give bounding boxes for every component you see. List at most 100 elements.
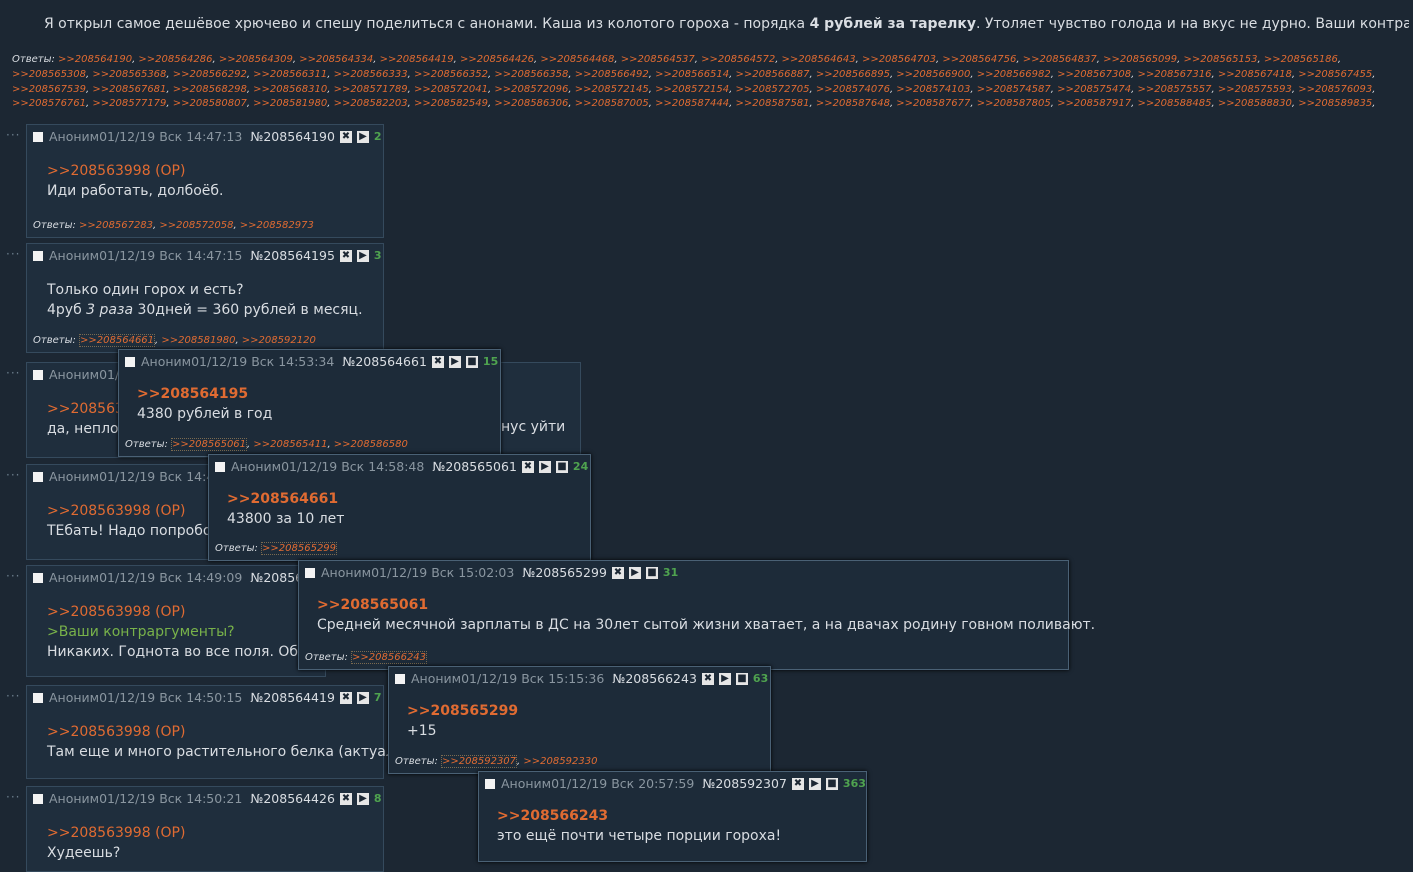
play-icon[interactable]: ▶	[538, 460, 551, 473]
quote-link[interactable]: >>208564661	[227, 489, 344, 509]
reply-link[interactable]: >>208587917	[1057, 98, 1131, 109]
reply-link[interactable]: >>208564756	[942, 54, 1016, 65]
reply-link[interactable]: >>208582203	[334, 98, 408, 109]
select-checkbox[interactable]	[125, 356, 135, 367]
reply-link[interactable]: >>208574103	[896, 84, 970, 95]
reply-link[interactable]: >>208566311	[253, 69, 327, 80]
select-checkbox[interactable]	[33, 471, 43, 482]
reply-link[interactable]: >>208587805	[977, 98, 1051, 109]
play-icon[interactable]: ▶	[356, 130, 369, 143]
reply-link[interactable]: >>208567283	[79, 220, 153, 231]
reply-link[interactable]: >>208572154	[655, 84, 729, 95]
reply-link[interactable]: >>208572096	[494, 84, 568, 95]
reply-link[interactable]: >>208588830	[1218, 98, 1292, 109]
reply-link[interactable]: >>208564537	[621, 54, 695, 65]
reply-link[interactable]: >>208564309	[219, 54, 293, 65]
quote-link[interactable]: >>208563998 (OP)	[47, 823, 185, 843]
reply-link[interactable]: >>208565061	[171, 438, 248, 451]
post-number[interactable]: №208564426	[250, 791, 335, 806]
reply-link[interactable]: >>208592120	[242, 335, 316, 346]
reply-link[interactable]: >>208575474	[1057, 84, 1131, 95]
select-checkbox[interactable]	[215, 461, 225, 472]
reply-link[interactable]: >>208580807	[173, 98, 247, 109]
post-number[interactable]: №20856	[250, 570, 303, 585]
select-checkbox[interactable]	[33, 793, 43, 804]
reply-link[interactable]: >>208576761	[12, 98, 86, 109]
play-icon[interactable]: ▶	[808, 777, 821, 790]
hide-icon[interactable]: ✖	[431, 355, 444, 368]
reply-link[interactable]: >>208564286	[138, 54, 212, 65]
reply-link[interactable]: >>208567539	[12, 84, 86, 95]
hide-icon[interactable]: ✖	[521, 460, 534, 473]
quote-link[interactable]: >>208563998 (OP)	[47, 161, 224, 181]
reply-link[interactable]: >>208577179	[92, 98, 166, 109]
play-icon[interactable]: ▶	[718, 672, 731, 685]
reply-link[interactable]: >>208566887	[736, 69, 810, 80]
reply-link[interactable]: >>208568298	[173, 84, 247, 95]
select-checkbox[interactable]	[305, 567, 315, 578]
post-number[interactable]: №208564419	[250, 690, 335, 705]
reply-link[interactable]: >>208576093	[1298, 84, 1372, 95]
reply-link[interactable]: >>208566352	[414, 69, 488, 80]
quote-link[interactable]: >>208566243	[497, 806, 781, 826]
more-icon[interactable]: ···	[6, 468, 20, 482]
reply-link[interactable]: >>208572145	[575, 84, 649, 95]
reply-link[interactable]: >>208564468	[540, 54, 614, 65]
reply-link[interactable]: >>208574076	[816, 84, 890, 95]
reply-link[interactable]: >>208586580	[334, 439, 408, 450]
reply-link[interactable]: >>208587677	[896, 98, 970, 109]
post-number[interactable]: №208566243	[612, 671, 697, 686]
reply-link[interactable]: >>208586306	[494, 98, 568, 109]
reply-link[interactable]: >>208592330	[523, 756, 597, 767]
reply-link[interactable]: >>208564334	[299, 54, 373, 65]
quote-link[interactable]: >>208563998 (OP)	[47, 501, 220, 521]
reply-link[interactable]: >>208565308	[12, 69, 86, 80]
reply-link[interactable]: >>208587648	[816, 98, 890, 109]
quote-link[interactable]: >>208563998 (OP)	[47, 722, 412, 742]
select-checkbox[interactable]	[395, 673, 405, 684]
reply-link[interactable]: >>208581980	[161, 335, 235, 346]
reply-link[interactable]: >>208574587	[977, 84, 1051, 95]
play-icon[interactable]: ▶	[356, 691, 369, 704]
quote-link[interactable]: >>208565299	[407, 701, 518, 721]
reply-link[interactable]: >>208567316	[1137, 69, 1211, 80]
post-number[interactable]: №208564190	[250, 129, 335, 144]
reply-link[interactable]: >>208572058	[159, 220, 233, 231]
reply-link[interactable]: >>208567418	[1218, 69, 1292, 80]
select-checkbox[interactable]	[33, 572, 43, 583]
hide-icon[interactable]: ✖	[611, 566, 624, 579]
reply-link[interactable]: >>208566243	[351, 651, 428, 664]
reply-link[interactable]: >>208564426	[460, 54, 534, 65]
reply-link[interactable]: >>208564419	[380, 54, 454, 65]
reply-link[interactable]: >>208589835	[1298, 98, 1372, 109]
reply-link[interactable]: >>208587005	[575, 98, 649, 109]
reply-link[interactable]: >>208565299	[261, 542, 338, 555]
reply-link[interactable]: >>208565186	[1264, 54, 1338, 65]
hide-icon[interactable]: ✖	[701, 672, 714, 685]
quote-link[interactable]: >>208563998 (OP)	[47, 602, 307, 622]
hide-icon[interactable]: ✖	[339, 249, 352, 262]
select-checkbox[interactable]	[485, 778, 495, 789]
reply-link[interactable]: >>208567308	[1057, 69, 1131, 80]
reply-link[interactable]: >>208564837	[1023, 54, 1097, 65]
stop-icon[interactable]: ■	[645, 566, 658, 579]
reply-link[interactable]: >>208566895	[816, 69, 890, 80]
quote-link[interactable]: >>208565061	[317, 595, 1095, 615]
reply-link[interactable]: >>208572705	[736, 84, 810, 95]
more-icon[interactable]: ···	[6, 247, 20, 261]
quote-link[interactable]: >>208564195	[137, 384, 272, 404]
reply-link[interactable]: >>208582973	[240, 220, 314, 231]
reply-link[interactable]: >>208587444	[655, 98, 729, 109]
hide-icon[interactable]: ✖	[339, 130, 352, 143]
reply-link[interactable]: >>208564661	[79, 334, 156, 347]
select-checkbox[interactable]	[33, 369, 43, 380]
reply-link[interactable]: >>208566900	[896, 69, 970, 80]
reply-link[interactable]: >>208587581	[736, 98, 810, 109]
reply-link[interactable]: >>208572041	[414, 84, 488, 95]
reply-link[interactable]: >>208564572	[701, 54, 775, 65]
more-icon[interactable]: ···	[6, 689, 20, 703]
hide-icon[interactable]: ✖	[791, 777, 804, 790]
select-checkbox[interactable]	[33, 131, 43, 142]
hide-icon[interactable]: ✖	[339, 691, 352, 704]
reply-link[interactable]: >>208565411	[253, 439, 327, 450]
